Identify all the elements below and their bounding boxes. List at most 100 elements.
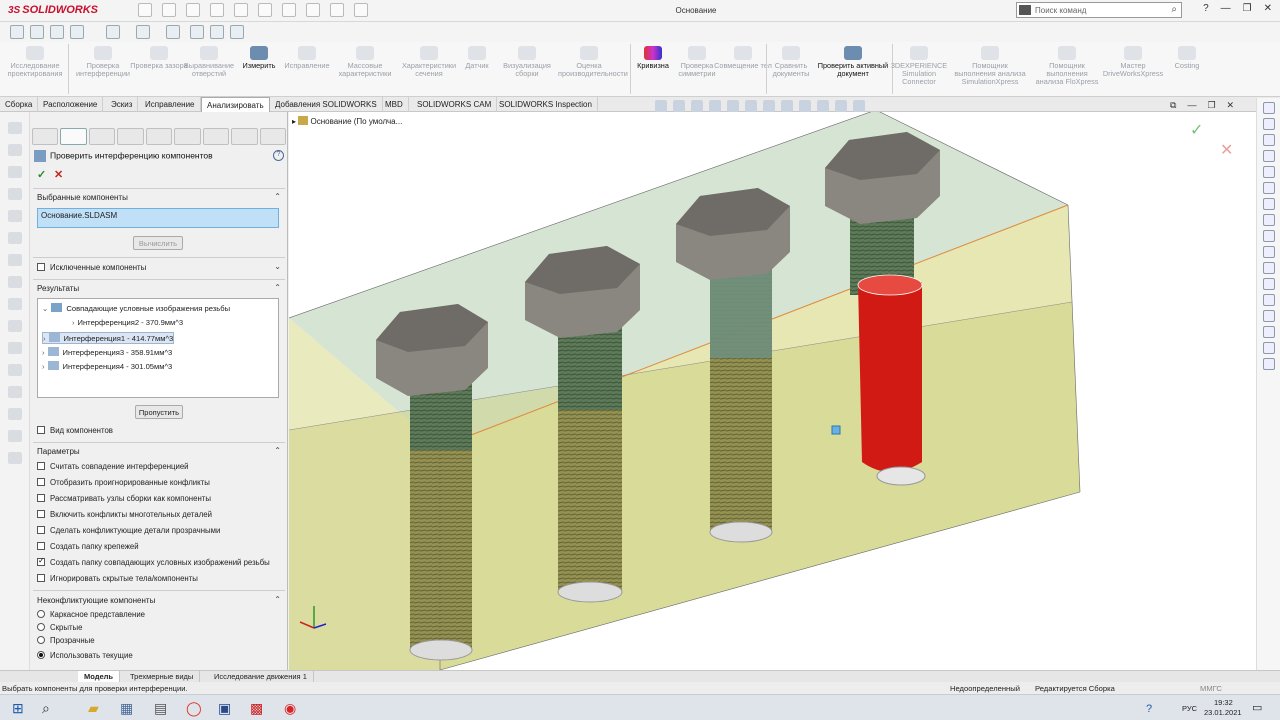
tab-layout[interactable]: Расположение <box>38 97 104 112</box>
configuration-manager-tab-icon[interactable] <box>88 128 116 145</box>
strip-tool-icon[interactable] <box>8 430 22 442</box>
pan-tool-icon[interactable] <box>30 25 44 39</box>
tab-3d-views[interactable]: Трехмерные виды <box>124 671 201 682</box>
cam-tool-tab-icon[interactable] <box>231 128 258 145</box>
radio-option[interactable]: Каркасное представление <box>37 610 145 619</box>
confirm-check-icon[interactable]: ✓ <box>1190 120 1203 140</box>
cam-nc-tab-icon[interactable] <box>259 128 286 145</box>
task-pane-tab-icon[interactable] <box>1263 342 1275 354</box>
tray-clock-time[interactable]: 19:32 <box>1214 698 1233 707</box>
ribbon-interference-check[interactable]: Проверка интерференции <box>72 46 134 78</box>
language-indicator[interactable]: РУС <box>1182 704 1197 713</box>
tab-mbd[interactable]: MBD <box>380 97 409 112</box>
tab-analyze[interactable]: Анализировать <box>201 97 270 112</box>
collapse-arrow-icon[interactable]: › <box>43 334 46 343</box>
monitor-icon[interactable] <box>853 100 865 112</box>
minimize-button[interactable]: — <box>1187 100 1196 111</box>
close-document-button[interactable]: ✕ <box>1227 100 1235 111</box>
list-item[interactable]: › Интерференция2 - 370.9мм^3 <box>72 318 183 327</box>
component-icon[interactable] <box>50 25 64 39</box>
zoom-to-fit-icon[interactable] <box>655 100 667 112</box>
param-checkbox[interactable]: Сделать конфликтующие детали прозрачными <box>37 526 220 535</box>
task-pane-tab-icon[interactable] <box>1263 246 1275 258</box>
task-pane-tab-icon[interactable] <box>1263 326 1275 338</box>
windows-start-icon[interactable]: ⊞ <box>12 700 24 717</box>
strip-tool-icon[interactable] <box>8 210 22 222</box>
tab-repair[interactable]: Исправление <box>140 97 201 112</box>
strip-tool-icon[interactable] <box>8 298 22 310</box>
parameters-header[interactable]: Параметры <box>37 447 80 456</box>
display-style-icon[interactable] <box>763 100 775 112</box>
ribbon-3dexperience[interactable]: 3DEXPERIENCE Simulation Connector <box>888 46 950 86</box>
list-item[interactable]: › Интерференция3 - 358.91мм^3 <box>42 347 172 357</box>
collapse-arrow-icon[interactable]: › <box>42 362 45 371</box>
param-checkbox[interactable]: Создать папку совпадающих условных изобр… <box>37 556 270 567</box>
tab-solidworks-inspection[interactable]: SOLIDWORKS Inspection <box>494 97 598 112</box>
task-pane-tab-icon[interactable] <box>1263 134 1275 146</box>
cube-view-icon[interactable] <box>106 25 120 39</box>
checkbox[interactable] <box>37 426 45 434</box>
help-tray-icon[interactable]: ? <box>1146 703 1152 715</box>
selected-components-list[interactable]: Основание.SLDASM <box>37 208 279 228</box>
file-explorer-icon[interactable]: ▰ <box>88 700 99 717</box>
strip-tool-icon[interactable] <box>8 364 22 376</box>
minimize-button[interactable]: — <box>1221 3 1231 14</box>
search-scope-icon[interactable] <box>1019 5 1031 15</box>
ribbon-repair[interactable]: Исправление <box>276 46 338 70</box>
tile-icon[interactable]: ⧉ <box>1170 100 1176 111</box>
search-icon[interactable]: ⌕ <box>42 700 50 717</box>
param-checkbox[interactable]: Игнорировать скрытые тела/компоненты <box>37 574 198 583</box>
restore-button[interactable]: ❐ <box>1243 3 1252 14</box>
chevron-up-icon[interactable]: ⌃ <box>274 446 281 455</box>
apply-scene-icon[interactable] <box>817 100 829 112</box>
radio-button[interactable] <box>37 623 45 631</box>
ribbon-mass-properties[interactable]: Массовые характеристики <box>334 46 396 78</box>
ribbon-performance-evaluation[interactable]: Оценка производительности <box>558 46 628 78</box>
calculate-button[interactable]: Вычислить <box>133 236 183 250</box>
property-manager-tab-icon[interactable] <box>60 128 87 145</box>
strip-tool-icon[interactable] <box>8 386 22 398</box>
task-pane-tab-icon[interactable] <box>1263 294 1275 306</box>
checkbox[interactable] <box>37 510 45 518</box>
param-checkbox[interactable]: Включить конфликты многотельных деталей <box>37 510 212 519</box>
checkbox-checked[interactable] <box>37 556 45 566</box>
feature-tree-flyout[interactable]: ▸ Основание (По умолча... <box>292 116 402 126</box>
search-icon[interactable]: ⌕ <box>1171 4 1177 15</box>
task-pane-tab-icon[interactable] <box>1263 310 1275 322</box>
selected-component-item[interactable]: Основание.SLDASM <box>41 211 117 220</box>
zoom-area-icon[interactable] <box>673 100 685 112</box>
collapse-arrow-icon[interactable]: › <box>42 348 45 357</box>
checkbox[interactable] <box>37 462 45 470</box>
checkbox[interactable] <box>37 526 45 534</box>
view-option-icon[interactable] <box>136 25 150 39</box>
calculator-icon[interactable]: ▤ <box>154 700 167 717</box>
nonconflicting-header[interactable]: Неконфликтующие компоненты <box>37 596 155 605</box>
param-checkbox[interactable]: Считать совпадение интерференцией <box>37 462 189 471</box>
solidworks-taskbar-icon[interactable]: ▩ <box>250 700 263 717</box>
strip-tool-icon[interactable] <box>8 166 22 178</box>
previous-view-icon[interactable] <box>691 100 703 112</box>
tray-clock-date[interactable]: 23.01.2021 <box>1204 708 1242 717</box>
appearance-icon[interactable] <box>190 25 204 39</box>
ribbon-driveworksxpress[interactable]: Мастер DriveWorksXpress <box>1102 46 1164 78</box>
tab-motion-study[interactable]: Исследование движения 1 <box>208 671 314 682</box>
checkbox[interactable] <box>37 542 45 550</box>
command-search-input[interactable]: Поиск команд ⌕ <box>1016 2 1182 18</box>
checkbox[interactable] <box>37 494 45 502</box>
param-checkbox[interactable]: Отобразить проигнорированные конфликты <box>37 478 210 487</box>
tab-model[interactable]: Модель <box>78 671 121 682</box>
strip-tool-icon[interactable] <box>8 254 22 266</box>
list-item[interactable]: › Интерференция4 - 301.05мм^3 <box>42 361 172 371</box>
task-pane-tab-icon[interactable] <box>1263 230 1275 242</box>
network-app-icon[interactable]: ▦ <box>120 700 133 717</box>
strip-tool-icon[interactable] <box>8 232 22 244</box>
strip-tool-icon[interactable] <box>8 122 22 134</box>
param-checkbox[interactable]: Создать папку крепежей <box>37 542 139 551</box>
dynamic-annotation-icon[interactable] <box>727 100 739 112</box>
interference-highlight[interactable] <box>858 282 922 472</box>
radio-button-selected[interactable] <box>37 651 45 659</box>
radio-option[interactable]: Прозрачные <box>37 636 95 645</box>
help-icon[interactable]: ? <box>273 150 284 161</box>
radio-button[interactable] <box>37 610 45 618</box>
ribbon-floxpress[interactable]: Помощник выполнения анализа FloXpress <box>1032 46 1102 86</box>
